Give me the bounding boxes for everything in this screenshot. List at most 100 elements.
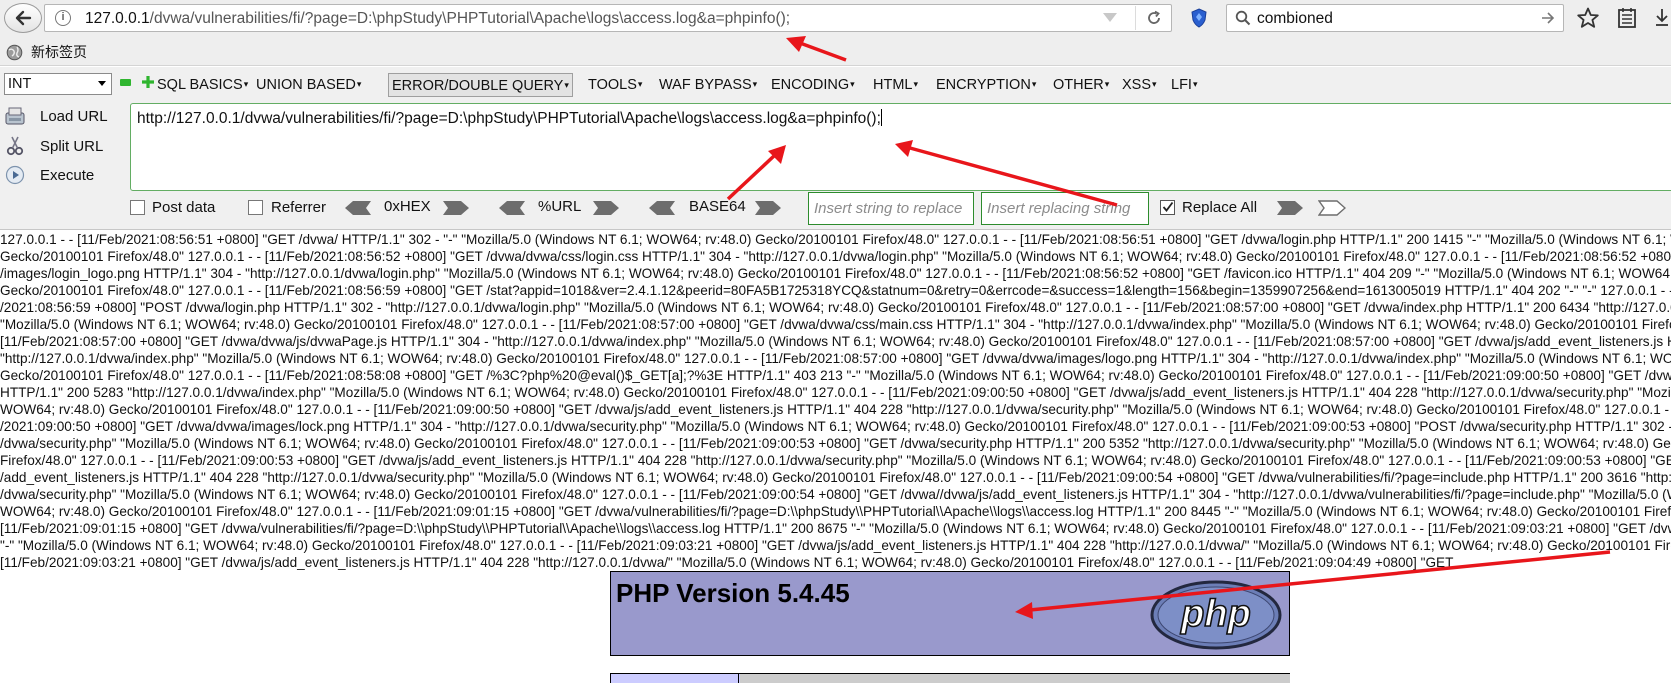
replace-string-input[interactable]: Insert string to replace bbox=[808, 192, 974, 225]
url-label: %URL bbox=[538, 198, 582, 215]
base64-encode-arrow-icon[interactable] bbox=[754, 200, 782, 216]
dropdown-icon: ▾ bbox=[1152, 79, 1157, 89]
address-bar[interactable]: i 127.0.0.1/dvwa/vulnerabilities/fi/?pag… bbox=[44, 4, 1172, 32]
download-icon[interactable] bbox=[1654, 7, 1671, 29]
menu-union-based[interactable]: UNION BASED▾ bbox=[253, 73, 364, 97]
globe-icon bbox=[6, 44, 23, 60]
menu-html[interactable]: HTML▾ bbox=[870, 73, 921, 97]
info-icon[interactable]: i bbox=[55, 10, 71, 26]
url-decode-arrow-icon[interactable] bbox=[498, 200, 526, 216]
arrow-right-icon[interactable] bbox=[1541, 11, 1555, 25]
log-line: "Mozilla/5.0 (Windows NT 6.1; WOW64; rv:… bbox=[0, 317, 1671, 332]
log-line: "http://127.0.0.1/dvwa/index.php" "Mozil… bbox=[0, 351, 1671, 366]
load-url-icon bbox=[5, 107, 25, 125]
replace-all-checkbox[interactable] bbox=[1160, 200, 1175, 215]
log-line: HTTP/1.1" 200 5283 "http://127.0.0.1/dvw… bbox=[0, 385, 1671, 400]
log-line: /images/login_logo.png HTTP/1.1" 304 - "… bbox=[0, 266, 1671, 281]
menu-label: UNION BASED bbox=[256, 77, 356, 93]
type-select[interactable]: INT bbox=[4, 73, 112, 95]
log-line: [11/Feb/2021:08:57:00 +0800] "GET /dvwa/… bbox=[0, 334, 1671, 349]
phpinfo-header: PHP Version 5.4.45 php bbox=[610, 571, 1290, 656]
base64-decode-arrow-icon[interactable] bbox=[648, 200, 676, 216]
menu-xss[interactable]: XSS▾ bbox=[1119, 73, 1160, 97]
bookmark-label: 新标签页 bbox=[31, 44, 87, 60]
menu-label: SQL BASICS bbox=[157, 77, 243, 93]
post-data-label: Post data bbox=[152, 199, 216, 216]
log-line: WOW64; rv:48.0) Gecko/20100101 Firefox/4… bbox=[0, 504, 1671, 519]
hackbar-options-row: Post data Referrer 0xHEX %URL BASE64 Ins… bbox=[0, 191, 1671, 225]
menu-lfi[interactable]: LFI▾ bbox=[1168, 73, 1200, 97]
text-caret bbox=[880, 109, 882, 126]
referrer-checkbox[interactable] bbox=[248, 200, 263, 215]
hex-decode-arrow-icon[interactable] bbox=[344, 200, 372, 216]
menu-label: HTML bbox=[873, 77, 913, 93]
menu-label: OTHER bbox=[1053, 77, 1104, 93]
menu-waf-bypass[interactable]: WAF BYPASS▾ bbox=[656, 73, 760, 97]
reload-icon bbox=[1147, 10, 1160, 24]
execute-label: Execute bbox=[40, 166, 95, 184]
bookmark-star-icon[interactable] bbox=[1576, 7, 1600, 29]
execute-button[interactable]: Execute bbox=[4, 162, 124, 188]
hackbar-menu-row: INT SQL BASICS▾ UNION BASED▾ ERROR/DOUBL… bbox=[0, 73, 1671, 97]
shield-icon[interactable] bbox=[1190, 8, 1208, 28]
replace-forward-arrow-icon[interactable] bbox=[1276, 200, 1304, 216]
search-icon bbox=[1235, 10, 1251, 26]
navigation-toolbar: i 127.0.0.1/dvwa/vulnerabilities/fi/?pag… bbox=[0, 0, 1671, 36]
bookmarks-library-icon[interactable] bbox=[1616, 7, 1638, 29]
split-url-button[interactable]: Split URL bbox=[4, 133, 124, 159]
access-log-output: 127.0.0.1 - - [11/Feb/2021:08:56:51 +080… bbox=[0, 231, 1671, 571]
log-line: Gecko/20100101 Firefox/48.0" 127.0.0.1 -… bbox=[0, 368, 1671, 383]
history-dropdown-icon[interactable] bbox=[1103, 13, 1117, 22]
post-data-checkbox[interactable] bbox=[130, 200, 145, 215]
search-input[interactable]: combioned bbox=[1257, 10, 1333, 28]
url-encode-arrow-icon[interactable] bbox=[592, 200, 620, 216]
hackbar-panel: INT SQL BASICS▾ UNION BASED▾ ERROR/DOUBL… bbox=[0, 67, 1671, 230]
log-line: [11/Feb/2021:09:03:21 +0800] "GET /dvwa/… bbox=[0, 555, 1454, 570]
menu-label: ENCODING bbox=[771, 77, 850, 93]
minus-icon[interactable] bbox=[120, 79, 131, 86]
log-line: [11/Feb/2021:09:01:15 +0800] "GET /dvwa/… bbox=[0, 521, 1671, 536]
load-url-label: Load URL bbox=[40, 107, 108, 125]
log-line: Gecko/20100101 Firefox/48.0" 127.0.0.1 -… bbox=[0, 283, 1671, 298]
search-bar[interactable]: combioned bbox=[1226, 4, 1564, 32]
log-line: WOW64; rv:48.0) Gecko/20100101 Firefox/4… bbox=[0, 402, 1671, 417]
menu-label: ERROR/DOUBLE QUERY bbox=[392, 78, 564, 94]
log-line: /dvwa/security.php" "Mozilla/5.0 (Window… bbox=[0, 487, 1671, 502]
menu-other[interactable]: OTHER▾ bbox=[1050, 73, 1112, 97]
referrer-label: Referrer bbox=[271, 199, 327, 216]
bookmark-new-tab[interactable]: 新标签页 bbox=[6, 42, 87, 62]
phpinfo-table bbox=[610, 673, 1290, 683]
menu-label: LFI bbox=[1171, 77, 1192, 93]
log-line: /dvwa/security.php" "Mozilla/5.0 (Window… bbox=[0, 436, 1671, 451]
hackbar-url-textarea[interactable]: http://127.0.0.1/dvwa/vulnerabilities/fi… bbox=[130, 103, 1671, 191]
menu-error-double-query[interactable]: ERROR/DOUBLE QUERY▾ bbox=[388, 73, 573, 97]
hackbar-url-value: http://127.0.0.1/dvwa/vulnerabilities/fi… bbox=[137, 110, 881, 127]
dropdown-icon: ▾ bbox=[356, 79, 362, 89]
hex-encode-arrow-icon[interactable] bbox=[442, 200, 470, 216]
back-button[interactable] bbox=[4, 3, 42, 33]
load-url-button[interactable]: Load URL bbox=[4, 103, 124, 129]
reload-button[interactable] bbox=[1135, 6, 1171, 30]
dropdown-icon: ▾ bbox=[1192, 79, 1198, 89]
arrow-left-icon bbox=[15, 10, 32, 26]
replacing-string-input[interactable]: Insert replacing string bbox=[981, 192, 1149, 225]
dropdown-icon: ▾ bbox=[1104, 79, 1110, 89]
php-version-title: PHP Version 5.4.45 bbox=[616, 578, 850, 608]
chevron-down-icon bbox=[98, 81, 106, 86]
log-line: Gecko/20100101 Firefox/48.0" 127.0.0.1 -… bbox=[0, 249, 1671, 264]
url-host: 127.0.0.1 bbox=[85, 10, 150, 27]
bookmarks-toolbar: 新标签页 bbox=[0, 36, 1671, 66]
type-select-value: INT bbox=[8, 76, 32, 92]
php-logo: php bbox=[1150, 580, 1282, 650]
replace-back-arrow-icon[interactable] bbox=[1318, 200, 1346, 216]
dropdown-icon: ▾ bbox=[243, 79, 249, 89]
address-bar-text[interactable]: 127.0.0.1/dvwa/vulnerabilities/fi/?page=… bbox=[85, 10, 790, 28]
menu-sql-basics[interactable]: SQL BASICS▾ bbox=[154, 73, 251, 97]
menu-encryption[interactable]: ENCRYPTION▾ bbox=[933, 73, 1039, 97]
menu-encoding[interactable]: ENCODING▾ bbox=[768, 73, 858, 97]
menu-tools[interactable]: TOOLS▾ bbox=[585, 73, 645, 97]
log-line: "-" "Mozilla/5.0 (Windows NT 6.1; WOW64;… bbox=[0, 538, 1671, 553]
dropdown-icon: ▾ bbox=[564, 80, 569, 90]
plus-icon[interactable] bbox=[141, 75, 155, 89]
log-line: /2021:08:56:59 +0800] "POST /dvwa/login.… bbox=[0, 300, 1671, 315]
